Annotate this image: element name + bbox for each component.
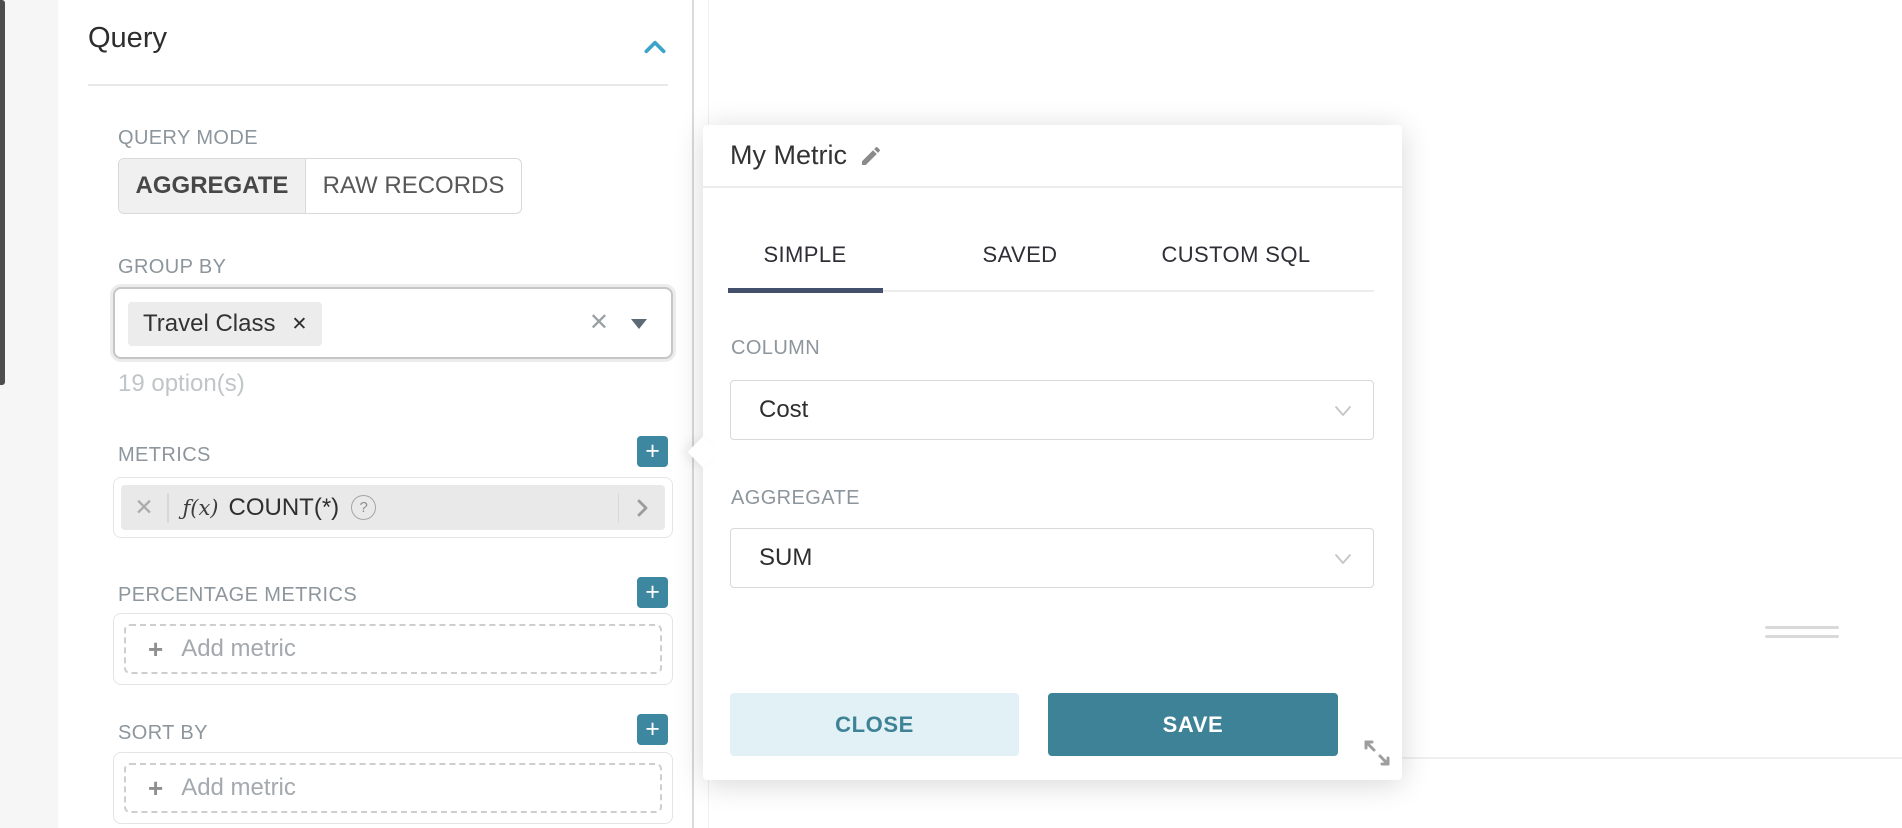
query-mode-label: QUERY MODE [118, 127, 258, 150]
chevron-down-icon [1331, 398, 1355, 422]
metrics-container: ✕ ƒ(x) COUNT(*) ? [113, 477, 673, 538]
expand-icon[interactable] [1360, 736, 1394, 770]
caret-down-icon[interactable] [631, 319, 647, 329]
left-gutter [0, 0, 58, 828]
column-label: COLUMN [731, 337, 820, 360]
question-circle-icon[interactable]: ? [351, 495, 376, 520]
options-count-hint: 19 option(s) [118, 370, 245, 398]
tab-saved[interactable]: SAVED [983, 242, 1058, 268]
aggregate-select[interactable]: SUM [730, 528, 1374, 588]
plus-icon: + [148, 773, 163, 804]
query-section-title: Query [88, 22, 167, 55]
metric-edit-popover: My Metric SIMPLE SAVED CUSTOM SQL COLUMN… [703, 125, 1402, 780]
scrollbar-thumb[interactable] [0, 0, 5, 385]
sort-by-container: + Add metric [113, 752, 673, 824]
remove-tag-icon[interactable]: ✕ [291, 313, 307, 336]
chevron-right-icon[interactable] [619, 496, 665, 520]
tab-custom-sql[interactable]: CUSTOM SQL [1161, 242, 1310, 268]
group-by-tag: Travel Class ✕ [128, 302, 322, 346]
percentage-metrics-container: + Add metric [113, 613, 673, 685]
group-by-tag-label: Travel Class [143, 310, 275, 338]
divider [703, 186, 1402, 188]
query-mode-raw-records-button[interactable]: RAW RECORDS [306, 159, 521, 213]
column-value: Cost [759, 396, 1331, 424]
pencil-icon[interactable] [859, 144, 883, 168]
add-percentage-metric-dropzone[interactable]: + Add metric [124, 624, 662, 674]
remove-metric-icon[interactable]: ✕ [121, 494, 167, 521]
column-select[interactable]: Cost [730, 380, 1374, 440]
add-sort-metric-dropzone[interactable]: + Add metric [124, 763, 662, 813]
active-tab-indicator [728, 288, 883, 293]
sort-by-label: SORT BY [118, 722, 208, 745]
group-by-select[interactable]: Travel Class ✕ ✕ [113, 287, 673, 359]
panel-divider [692, 0, 694, 828]
percentage-metrics-label: PERCENTAGE METRICS [118, 584, 357, 607]
query-mode-toggle: AGGREGATE RAW RECORDS [118, 158, 522, 214]
add-sort-by-button[interactable]: + [637, 714, 668, 745]
group-by-label: GROUP BY [118, 256, 226, 279]
popover-header: My Metric [703, 125, 1402, 186]
add-metric-button[interactable]: + [637, 436, 668, 467]
add-metric-placeholder: Add metric [181, 774, 296, 802]
chevron-up-icon[interactable] [640, 34, 670, 60]
save-button[interactable]: SAVE [1048, 693, 1338, 756]
add-percentage-metric-button[interactable]: + [637, 577, 668, 608]
drag-handle[interactable] [1765, 626, 1839, 640]
explore-chart-builder: Query QUERY MODE AGGREGATE RAW RECORDS G… [0, 0, 1902, 828]
section-divider [88, 84, 668, 86]
tab-simple[interactable]: SIMPLE [763, 242, 846, 268]
metric-item-label: COUNT(*) [229, 494, 340, 522]
function-icon: ƒ(x) [183, 496, 219, 520]
plus-icon: + [148, 634, 163, 665]
metrics-label: METRICS [118, 444, 211, 467]
aggregate-label: AGGREGATE [731, 487, 860, 510]
metric-item[interactable]: ✕ ƒ(x) COUNT(*) ? [121, 485, 665, 530]
clear-icon[interactable]: ✕ [589, 308, 609, 337]
metric-name: My Metric [730, 140, 847, 171]
aggregate-value: SUM [759, 544, 1331, 572]
chevron-down-icon [1331, 546, 1355, 570]
divider [167, 493, 169, 523]
close-button[interactable]: CLOSE [730, 693, 1019, 756]
query-mode-aggregate-button[interactable]: AGGREGATE [119, 159, 306, 213]
add-metric-placeholder: Add metric [181, 635, 296, 663]
